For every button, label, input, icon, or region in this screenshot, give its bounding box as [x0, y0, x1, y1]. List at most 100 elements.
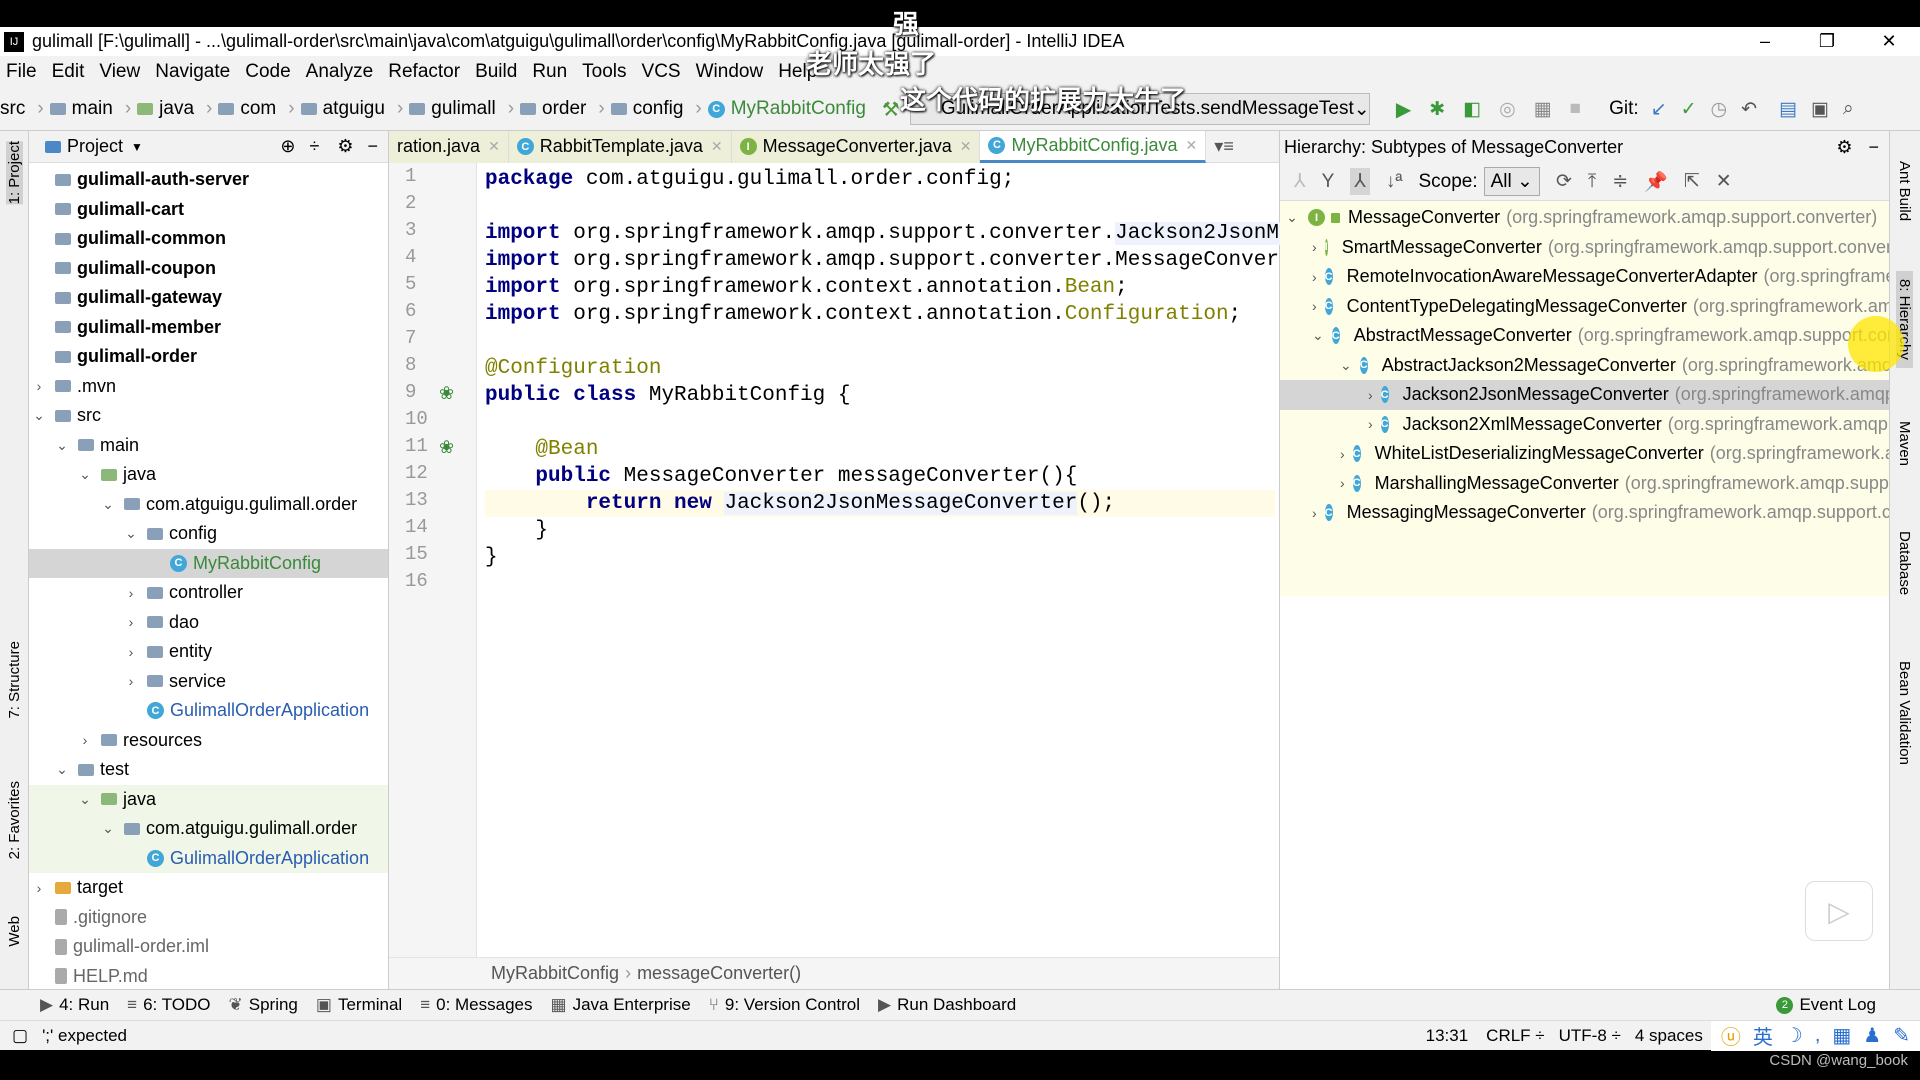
close-tab-icon[interactable]: ✕	[1186, 137, 1198, 154]
project-tree-item[interactable]: gulimall-gateway	[29, 283, 388, 313]
hierarchy-item[interactable]: › C Jackson2JsonMessageConverter (org.sprin…	[1280, 380, 1889, 410]
crumb-class[interactable]: MyRabbitConfig	[491, 963, 619, 984]
tool-window-javaenterprise[interactable]: ▦ Java Enterprise	[551, 995, 691, 1015]
scope-select[interactable]: All ⌄	[1483, 167, 1540, 196]
expand-arrow-icon[interactable]: ›	[1368, 387, 1373, 403]
project-tree-item[interactable]: ⌄ java	[29, 460, 388, 490]
indent[interactable]: 4 spaces	[1635, 1026, 1703, 1046]
menu-build[interactable]: Build	[475, 61, 517, 83]
project-tree-item[interactable]: ⌄ java	[29, 784, 388, 814]
history-icon[interactable]: ◷	[1711, 98, 1728, 121]
minimize-button[interactable]: –	[1734, 31, 1796, 52]
event-log-button[interactable]: Event Log	[1799, 995, 1876, 1015]
project-tree-item[interactable]: › target	[29, 873, 388, 903]
restore-button[interactable]: ❐	[1796, 31, 1858, 52]
close-tab-icon[interactable]: ✕	[488, 138, 500, 155]
menu-code[interactable]: Code	[245, 61, 290, 83]
expand-arrow-icon[interactable]: ›	[1340, 475, 1345, 491]
ime-language[interactable]: 英	[1753, 1021, 1773, 1050]
breadcrumb-item[interactable]: config	[610, 98, 683, 120]
tab-list-icon[interactable]: ▾≡	[1214, 136, 1234, 157]
hierarchy-item[interactable]: › C WhiteListDeserializingMessageConverter…	[1280, 439, 1889, 469]
menu-tools[interactable]: Tools	[582, 61, 626, 83]
tool-window-terminal[interactable]: ▣ Terminal	[316, 995, 402, 1015]
expand-arrow-icon[interactable]: ›	[1312, 239, 1317, 255]
project-tree-item[interactable]: .gitignore	[29, 903, 388, 933]
breadcrumb-item[interactable]: order	[520, 98, 586, 120]
project-view-select[interactable]: Project	[67, 136, 123, 157]
project-tree-item[interactable]: C GulimallOrderApplication	[29, 843, 388, 873]
build-hammer-icon[interactable]: ⚒	[882, 97, 900, 122]
line-separator[interactable]: CRLF ÷	[1486, 1026, 1544, 1046]
project-tree-item[interactable]: C GulimallOrderApplication	[29, 696, 388, 726]
breadcrumb-item[interactable]: com	[218, 98, 276, 120]
expand-arrow-icon[interactable]: ›	[1340, 446, 1345, 462]
expand-arrow-icon[interactable]: ›	[1368, 416, 1373, 432]
hide-icon[interactable]: −	[367, 136, 378, 157]
editor-tab[interactable]: ration.java ✕	[389, 130, 509, 163]
editor-tab[interactable]: C RabbitTemplate.java ✕	[508, 130, 732, 163]
git-commit-icon[interactable]: ✓	[1681, 98, 1697, 121]
expand-arrow-icon[interactable]: ›	[31, 378, 47, 394]
hierarchy-item[interactable]: › C RemoteInvocationAwareMessageConverterA…	[1280, 262, 1889, 292]
profile-icon[interactable]: ◎	[1499, 98, 1516, 121]
close-button[interactable]: ✕	[1858, 31, 1920, 52]
project-tree-item[interactable]: HELP.md	[29, 962, 388, 992]
hierarchy-item[interactable]: ⌄ C AbstractJackson2MessageConverter (org.s…	[1280, 351, 1889, 381]
menu-edit[interactable]: Edit	[52, 61, 85, 83]
stripe-database[interactable]: Database	[1896, 531, 1913, 595]
layout-icon[interactable]: ▣	[1811, 98, 1829, 121]
collapse-icon[interactable]: ÷	[309, 136, 319, 157]
stripe-structure[interactable]: 7: Structure	[6, 641, 23, 719]
expand-arrow-icon[interactable]: ⌄	[100, 496, 116, 513]
debug-icon[interactable]: ✱	[1429, 98, 1445, 121]
hierarchy-item[interactable]: › C Jackson2XmlMessageConverter (org.spring…	[1280, 410, 1889, 440]
bean-gutter-icon[interactable]: ❀	[439, 437, 454, 458]
toggle-panels-icon[interactable]: ▢	[12, 1026, 28, 1046]
project-tree-item[interactable]: gulimall-cart	[29, 195, 388, 225]
expand-arrow-icon[interactable]: ⌄	[1312, 327, 1324, 344]
hierarchy-item[interactable]: ⌄ C AbstractMessageConverter (org.springfra…	[1280, 321, 1889, 351]
settings-icon[interactable]: ⚙	[337, 136, 353, 157]
expand-arrow-icon[interactable]: ›	[1312, 298, 1317, 314]
stop-icon[interactable]: ■	[1570, 98, 1581, 120]
project-tree-item[interactable]: ⌄ main	[29, 431, 388, 461]
refresh-icon[interactable]: ⟳	[1556, 170, 1572, 193]
project-tree-item[interactable]: gulimall-order.iml	[29, 932, 388, 962]
project-tree-item[interactable]: ⌄ com.atguigu.gulimall.order	[29, 490, 388, 520]
breadcrumb-item[interactable]: atguigu	[300, 98, 385, 120]
bean-gutter-icon[interactable]: ❀	[439, 383, 454, 404]
breadcrumb-item[interactable]: gulimall	[409, 98, 496, 120]
hierarchy-item[interactable]: ⌄ I MessageConverter (org.springframework.a…	[1280, 203, 1889, 233]
project-tree-item[interactable]: › dao	[29, 608, 388, 638]
hierarchy-item[interactable]: › C ContentTypeDelegatingMessageConverter(…	[1280, 292, 1889, 322]
stripe-favorites[interactable]: 2: Favorites	[6, 781, 23, 859]
project-tree-item[interactable]: gulimall-member	[29, 313, 388, 343]
sort-icon[interactable]: ↓ª	[1386, 171, 1403, 193]
hierarchy-item[interactable]: › I SmartMessageConverter (org.springframew…	[1280, 233, 1889, 263]
ime-punct-icon[interactable]: ,	[1815, 1024, 1821, 1047]
expand-arrow-icon[interactable]: ⌄	[77, 791, 93, 808]
project-tree-item[interactable]: gulimall-common	[29, 224, 388, 254]
breadcrumb-item[interactable]: C MyRabbitConfig	[707, 98, 866, 120]
expand-arrow-icon[interactable]: ⌄	[123, 525, 139, 542]
expand-arrow-icon[interactable]: ›	[123, 585, 139, 601]
expand-arrow-icon[interactable]: ›	[31, 880, 47, 896]
project-tree-item[interactable]: ⌄ src	[29, 401, 388, 431]
stripe-web[interactable]: Web	[6, 916, 23, 947]
expand-arrow-icon[interactable]: ›	[1312, 505, 1317, 521]
stripe-project[interactable]: 1: Project	[6, 141, 23, 205]
project-tree-item[interactable]: › resources	[29, 726, 388, 756]
menu-run[interactable]: Run	[532, 61, 567, 83]
close-icon[interactable]: ✕	[1716, 170, 1732, 193]
expand-arrow-icon[interactable]: ›	[77, 732, 93, 748]
project-structure-icon[interactable]: ▤	[1779, 98, 1797, 121]
expand-arrow-icon[interactable]: ›	[1312, 269, 1317, 285]
expand-arrow-icon[interactable]: ›	[123, 644, 139, 660]
ime-keyboard-icon[interactable]: ▦	[1832, 1023, 1851, 1048]
play-overlay-button[interactable]: ▷	[1805, 881, 1873, 941]
breadcrumb-item[interactable]: main	[49, 98, 113, 120]
run-icon[interactable]: ▶	[1396, 97, 1411, 122]
expand-arrow-icon[interactable]: ⌄	[31, 407, 47, 424]
pin-icon[interactable]: 📌	[1644, 170, 1668, 194]
